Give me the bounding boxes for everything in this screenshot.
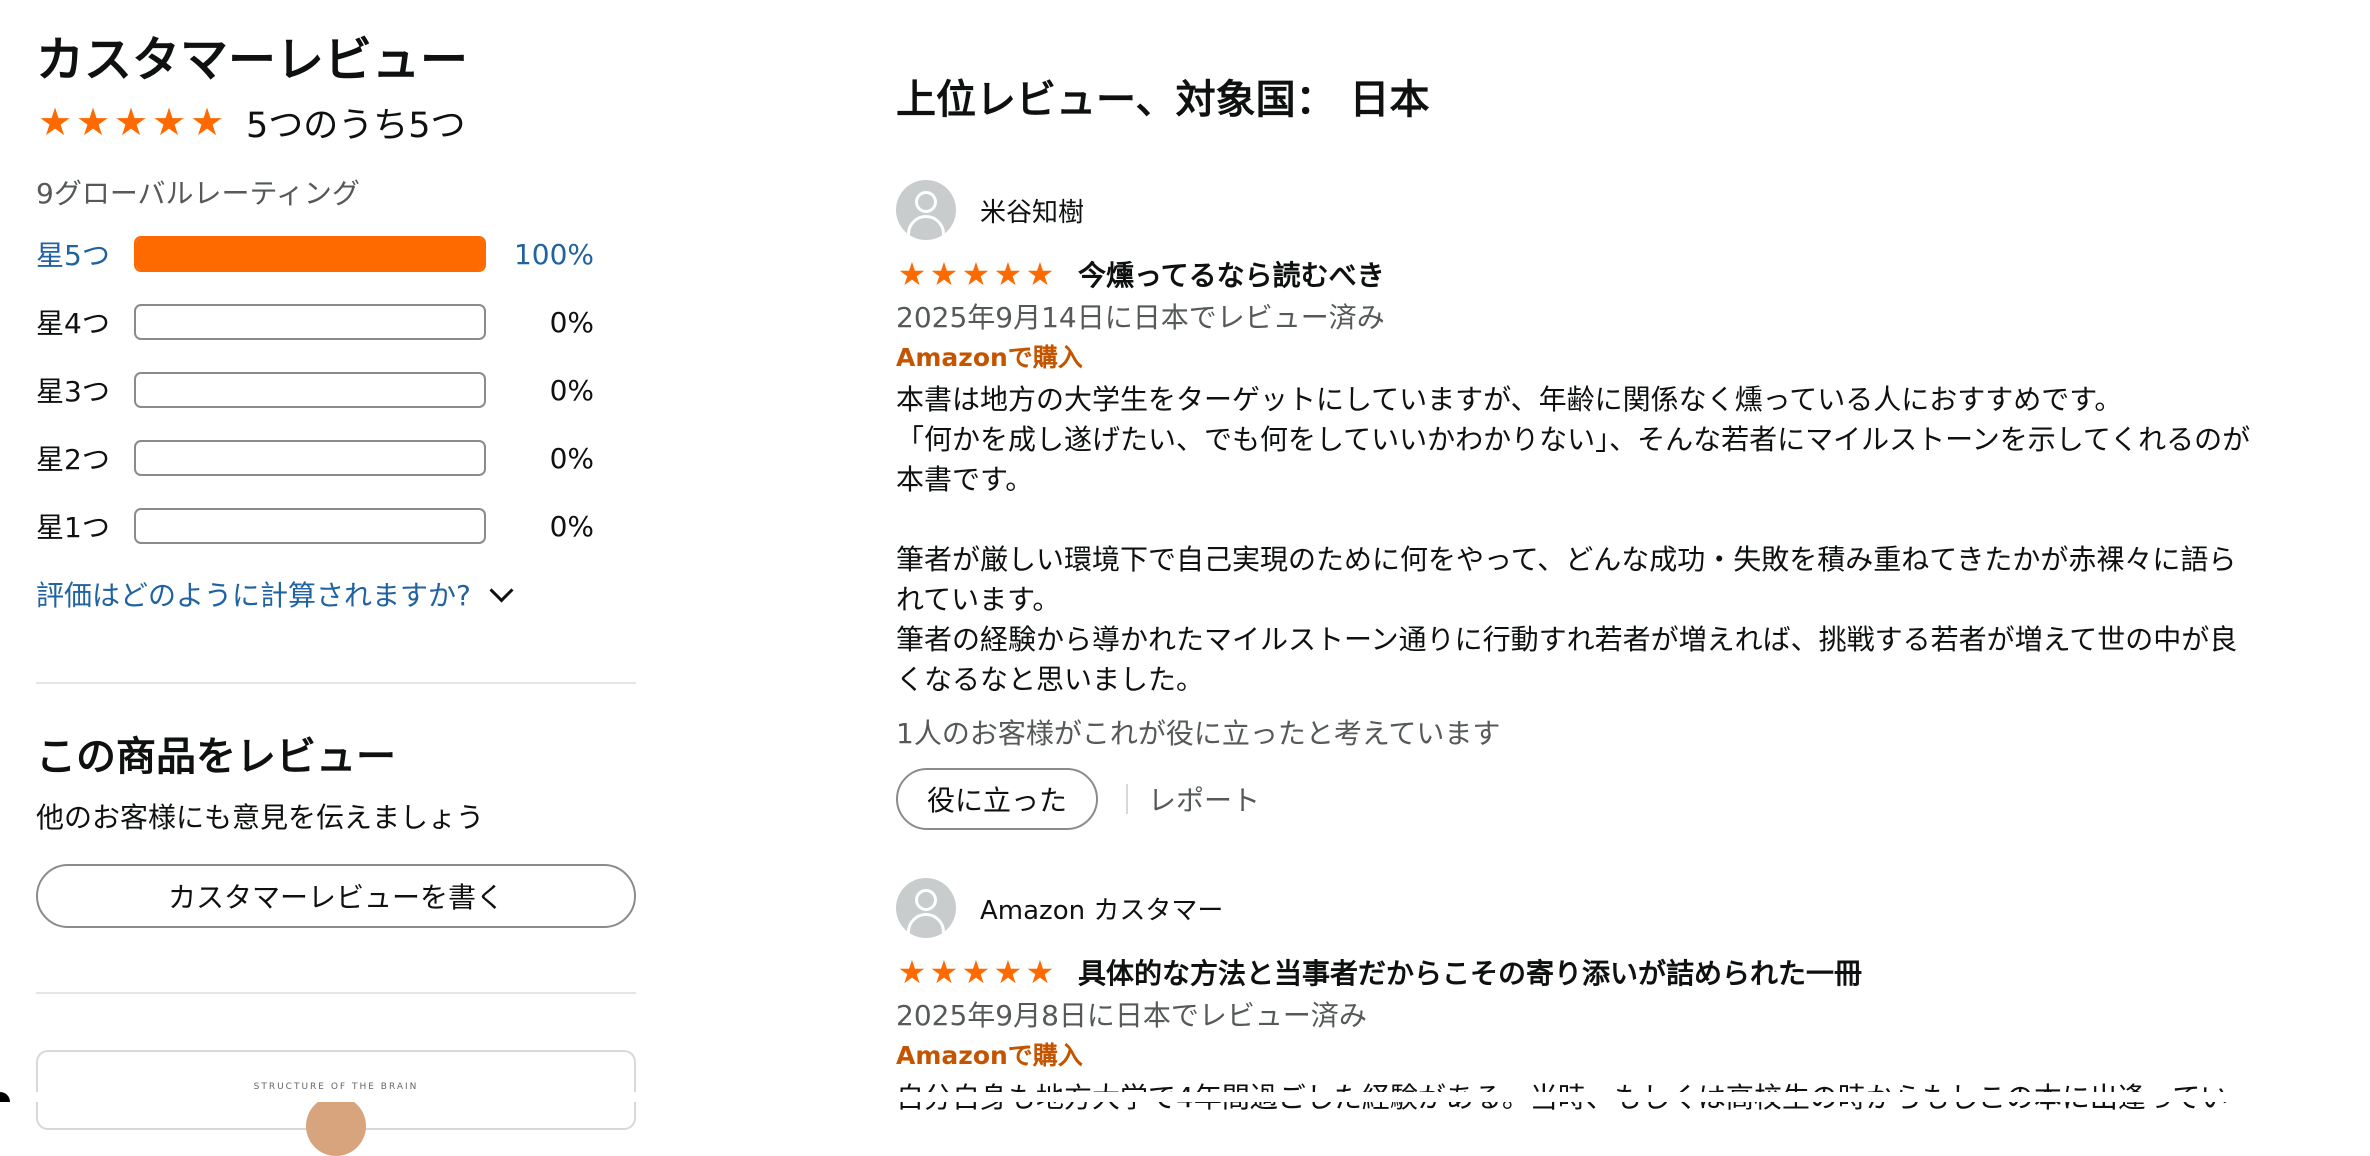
- divider: [1126, 784, 1128, 814]
- star-icon: ★: [993, 255, 1023, 293]
- review-line: 本書です。: [896, 463, 1034, 496]
- review-line: 筆者が厳しい環境下で自己実現のために何をやって、どんな成功・失敗を積み重ねてきた…: [896, 543, 2237, 576]
- histogram-row-5[interactable]: 星5つ 100%: [36, 234, 636, 274]
- histogram-label: 星1つ: [36, 511, 110, 544]
- chevron-down-icon[interactable]: [489, 577, 514, 603]
- product-thumbnail[interactable]: STRUCTURE OF THE BRAIN: [226, 1082, 446, 1156]
- review-line: 本書は地方の大学生をターゲットにしていますが、年齢に関係なく燻っている人におすす…: [896, 383, 2123, 416]
- histogram-bar: [134, 440, 486, 476]
- reviewer-profile[interactable]: 米谷知樹: [896, 178, 2256, 242]
- review-rating-row: ★ ★ ★ ★ ★ 今燻ってるなら読むべき: [896, 254, 2256, 294]
- star-icon: ★: [1025, 255, 1055, 293]
- review-stars[interactable]: ★ ★ ★ ★ ★: [896, 257, 1056, 291]
- viewport-bottom-edge: [0, 1092, 2370, 1102]
- avatar[interactable]: [896, 878, 956, 938]
- helpful-count: 1人のお客様がこれが役に立ったと考えています: [896, 717, 1501, 750]
- divider: [36, 682, 636, 684]
- review-title[interactable]: 具体的な方法と当事者だからこその寄り添いが詰められた一冊: [1078, 952, 1862, 992]
- reviewer-name[interactable]: Amazon カスタマー: [980, 890, 1223, 927]
- global-ratings-count: 9グローバルレーティング: [36, 177, 360, 210]
- histogram-row-1: 星1つ 0%: [36, 506, 636, 546]
- histogram-bar-fill: [136, 238, 484, 270]
- star-icon: ★: [151, 100, 187, 144]
- histogram-bar: [134, 372, 486, 408]
- star-icon: ★: [929, 255, 959, 293]
- review-actions: 役に立った レポート: [896, 768, 2256, 830]
- star-icon: ★: [961, 255, 991, 293]
- average-rating: ★ ★ ★ ★ ★ 5つのうち5つ: [36, 98, 636, 146]
- histogram-label: 星4つ: [36, 307, 110, 340]
- review-blank-line: [896, 500, 2256, 540]
- histogram-row-2: 星2つ 0%: [36, 438, 636, 478]
- average-stars: ★ ★ ★ ★ ★: [36, 102, 226, 142]
- histogram-percent: 0%: [549, 441, 594, 475]
- divider: [36, 992, 636, 994]
- histogram-bar: [134, 304, 486, 340]
- ratings-summary: カスタマーレビュー ★ ★ ★ ★ ★ 5つのうち5つ 9グローバルレーティング…: [36, 30, 636, 994]
- reviewer-profile[interactable]: Amazon カスタマー: [896, 876, 2256, 940]
- top-reviews: 上位レビュー、対象国： 日本 米谷知樹 ★ ★ ★ ★ ★ 今燻ってるなら読むべ…: [896, 70, 2256, 1118]
- histogram-bar[interactable]: [134, 236, 486, 272]
- star-icon: ★: [189, 100, 225, 144]
- review-body: 本書は地方の大学生をターゲットにしていますが、年齢に関係なく燻っている人におすす…: [896, 380, 2256, 700]
- review-line: れています。: [896, 583, 1061, 616]
- review-item: 米谷知樹 ★ ★ ★ ★ ★ 今燻ってるなら読むべき 2025年9月14日に日本…: [896, 178, 2256, 830]
- average-rating-text: 5つのうち5つ: [246, 105, 466, 146]
- star-icon: ★: [113, 100, 149, 144]
- star-icon: ★: [1025, 953, 1055, 991]
- product-thumbnail-card[interactable]: STRUCTURE OF THE BRAIN: [36, 1050, 636, 1156]
- reviewer-name[interactable]: 米谷知樹: [980, 192, 1084, 229]
- star-icon: ★: [929, 953, 959, 991]
- verified-purchase-badge: Amazonで購入: [896, 1041, 1083, 1070]
- review-title[interactable]: 今燻ってるなら読むべき: [1078, 254, 1385, 294]
- how-calculated-label[interactable]: 評価はどのように計算されますか?: [36, 574, 471, 614]
- review-stars[interactable]: ★ ★ ★ ★ ★: [896, 955, 1056, 989]
- review-item: Amazon カスタマー ★ ★ ★ ★ ★ 具体的な方法と当事者だからこその寄…: [896, 876, 2256, 1118]
- review-line: 「何かを成し遂げたい、でも何をしていいかわかりない」、そんな若者にマイルストーン…: [896, 423, 2251, 456]
- histogram-percent[interactable]: 100%: [486, 238, 594, 271]
- review-rating-row: ★ ★ ★ ★ ★ 具体的な方法と当事者だからこその寄り添いが詰められた一冊: [896, 952, 2256, 992]
- star-icon: ★: [897, 953, 927, 991]
- review-this-subtitle: 他のお客様にも意見を伝えましょう: [36, 801, 485, 834]
- histogram-percent: 0%: [549, 305, 594, 339]
- histogram-label: 星3つ: [36, 375, 110, 408]
- review-date: 2025年9月8日に日本でレビュー済み: [896, 999, 1367, 1032]
- helpful-button[interactable]: 役に立った: [896, 768, 1098, 830]
- verified-purchase-badge: Amazonで購入: [896, 343, 1083, 372]
- histogram-row-3: 星3つ 0%: [36, 370, 636, 410]
- histogram-label: 星2つ: [36, 443, 110, 476]
- brain-image: [306, 1096, 366, 1156]
- histogram-percent: 0%: [549, 509, 594, 543]
- review-this-title: この商品をレビュー: [36, 734, 396, 780]
- histogram-percent: 0%: [549, 373, 594, 407]
- avatar[interactable]: [896, 180, 956, 240]
- histogram-row-4: 星4つ 0%: [36, 302, 636, 342]
- customer-reviews-title: カスタマーレビュー: [36, 32, 469, 88]
- review-line: 筆者の経験から導かれたマイルストーン通りに行動すれ若者が増えれば、挑戦する若者が…: [896, 623, 2238, 656]
- histogram-bar: [134, 508, 486, 544]
- star-icon: ★: [75, 100, 111, 144]
- write-review-button[interactable]: カスタマーレビューを書く: [36, 864, 636, 928]
- how-calculated-link[interactable]: 評価はどのように計算されますか?: [36, 574, 636, 614]
- star-icon: ★: [897, 255, 927, 293]
- review-this-product: この商品をレビュー 他のお客様にも意見を伝えましょう カスタマーレビューを書く: [36, 732, 636, 928]
- histogram-label[interactable]: 星5つ: [36, 234, 134, 274]
- star-icon: ★: [993, 953, 1023, 991]
- review-line: くなるなと思いました。: [896, 663, 1205, 696]
- review-date: 2025年9月14日に日本でレビュー済み: [896, 301, 1385, 334]
- star-icon: ★: [37, 100, 73, 144]
- star-icon: ★: [961, 953, 991, 991]
- report-link[interactable]: レポート: [1148, 779, 1260, 819]
- rating-histogram: 星5つ 100% 星4つ 0% 星3つ 0% 星2つ 0% 星1つ 0%: [36, 234, 636, 546]
- thumbnail-text: STRUCTURE OF THE BRAIN: [253, 1082, 419, 1092]
- top-reviews-title: 上位レビュー、対象国： 日本: [896, 77, 1430, 123]
